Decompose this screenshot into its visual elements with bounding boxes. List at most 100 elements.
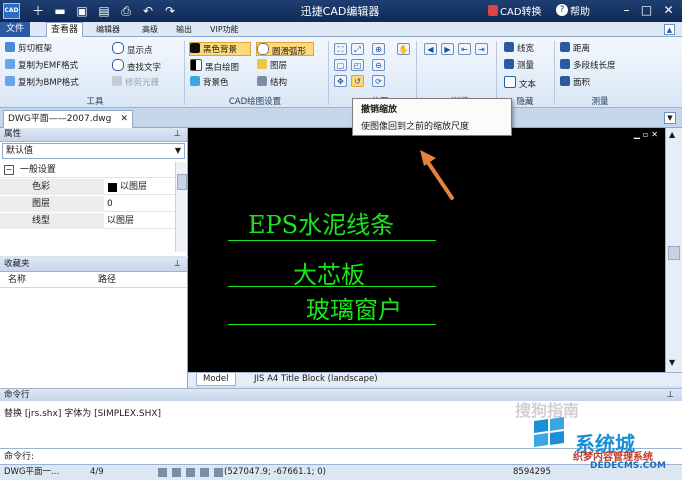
print-icon[interactable]: ⎙	[118, 3, 134, 19]
open-icon[interactable]: ▬	[52, 3, 68, 19]
layers-icon	[257, 59, 267, 69]
tab-advanced[interactable]: 高级	[138, 22, 162, 37]
copy-emf-button[interactable]: 复制为EMF格式	[5, 59, 78, 73]
group-label-cad-settings: CAD绘图设置	[228, 97, 282, 107]
chevron-down-icon[interactable]: ▼	[175, 144, 181, 158]
clip-frame-button[interactable]: 剪切框架	[5, 42, 52, 56]
properties-scrollbar[interactable]	[175, 162, 187, 252]
last-icon[interactable]: ⇥	[475, 43, 488, 55]
property-group-row[interactable]: − 一般设置	[0, 162, 175, 178]
tab-output[interactable]: 输出	[172, 22, 196, 37]
column-path[interactable]: 路径	[98, 272, 116, 288]
layers-button[interactable]: 图层	[257, 59, 287, 73]
fit-icon[interactable]: ▢	[334, 59, 347, 71]
property-name: 线型	[0, 213, 104, 229]
find-text-button[interactable]: 查找文字	[112, 59, 161, 73]
properties-dropdown[interactable]: 默认值 ▼	[2, 143, 185, 159]
save-as-icon[interactable]: ▤	[96, 3, 112, 19]
viewport-controls[interactable]: ▁▫✕	[634, 130, 661, 139]
status-page: 4/9	[90, 467, 104, 477]
document-tab[interactable]: DWG平面——2007.dwg ✕	[3, 110, 133, 128]
polar-icon[interactable]	[200, 468, 209, 477]
undo-icon[interactable]: ↶	[140, 3, 156, 19]
group-label-measure: 测量	[591, 97, 609, 107]
drawing-text-board[interactable]: 大芯板	[293, 255, 365, 290]
cad-convert-icon[interactable]	[488, 5, 498, 16]
bw-drawing-button[interactable]: 黑白绘图	[190, 59, 239, 73]
pin-icon[interactable]: ⊥	[174, 128, 181, 141]
grid-icon[interactable]	[172, 468, 181, 477]
tooltip-title: 撤销缩放	[361, 105, 398, 115]
redo-icon[interactable]: ↷	[162, 3, 178, 19]
property-value[interactable]: 以图层	[107, 213, 134, 229]
layout-tab-title-block[interactable]: JIS A4 Title Block (landscape)	[250, 373, 382, 386]
zoom-extents-icon[interactable]: ⤢	[351, 43, 364, 55]
canvas-vertical-scrollbar[interactable]: ▲ ▼	[665, 128, 682, 372]
trim-raster-button[interactable]: 修剪光栅	[112, 76, 159, 90]
property-value[interactable]: 以图层	[120, 179, 147, 195]
save-icon[interactable]: ▣	[74, 3, 90, 19]
tab-editor[interactable]: 编辑器	[92, 22, 124, 37]
scroll-thumb[interactable]	[668, 246, 680, 260]
undo-zoom-icon[interactable]: ↺	[351, 75, 364, 87]
app-logo: CAD	[3, 3, 20, 19]
cad-convert-button[interactable]: CAD转换	[500, 3, 542, 18]
black-background-button[interactable]: 黑色背景	[189, 42, 251, 56]
measure-hide-button[interactable]: 测量	[504, 59, 534, 73]
measure-icon	[504, 59, 514, 69]
copy-bmp-button[interactable]: 复制为BMP格式	[5, 76, 79, 90]
prev-icon[interactable]: ◀	[424, 43, 437, 55]
move-icon[interactable]: ✥	[334, 75, 347, 87]
scroll-down-icon[interactable]: ▼	[669, 358, 675, 367]
zoom-out-icon[interactable]: ⊖	[372, 59, 385, 71]
scroll-thumb[interactable]	[177, 174, 187, 190]
maximize-button[interactable]: □	[638, 2, 655, 19]
tab-file[interactable]: 文件	[0, 22, 30, 37]
rotate-icon[interactable]: ⟳	[372, 75, 385, 87]
help-icon[interactable]: ?	[556, 4, 568, 16]
distance-button[interactable]: 距离	[560, 42, 590, 56]
tab-vip[interactable]: VIP功能	[206, 22, 243, 37]
close-button[interactable]: ✕	[660, 2, 677, 19]
property-row[interactable]: 色彩 以图层	[0, 179, 175, 195]
property-name: 图层	[0, 196, 104, 212]
area-button[interactable]: 面积	[560, 76, 590, 90]
smooth-arc-button[interactable]: 圆滑弧形	[256, 42, 314, 57]
show-points-button[interactable]: 显示点	[112, 42, 153, 56]
favorites-panel: 收藏夹 ⊥ 名称 路径	[0, 258, 188, 390]
select-icon[interactable]: ◰	[351, 59, 364, 71]
first-icon[interactable]: ⇤	[458, 43, 471, 55]
line-width-icon	[504, 42, 514, 52]
polyline-length-button[interactable]: 多段线长度	[560, 59, 616, 73]
property-row[interactable]: 图层 0	[0, 196, 175, 212]
zoom-in-icon[interactable]: ⊕	[372, 43, 385, 55]
drawing-text-window[interactable]: 玻璃窗户	[306, 290, 402, 325]
lineweight-icon[interactable]	[214, 468, 223, 477]
scroll-up-icon[interactable]: ▲	[669, 130, 675, 139]
column-name[interactable]: 名称	[8, 272, 26, 288]
layout-tab-model[interactable]: Model	[196, 373, 236, 386]
collapse-icon[interactable]: −	[4, 165, 14, 175]
minimize-button[interactable]: –	[618, 2, 635, 19]
tab-list-icon[interactable]: ▼	[664, 112, 676, 124]
line-width-button[interactable]: 线宽	[504, 42, 534, 56]
next-icon[interactable]: ▶	[441, 43, 454, 55]
zoom-window-icon[interactable]: ⛶	[334, 43, 347, 55]
close-tab-icon[interactable]: ✕	[120, 111, 128, 128]
drawing-text-eps[interactable]: EPS水泥线条	[248, 205, 394, 240]
ribbon-collapse-icon[interactable]: ▲	[664, 24, 675, 35]
property-value[interactable]: 0	[107, 196, 113, 212]
snap-icon[interactable]	[158, 468, 167, 477]
drawing-canvas[interactable]: ▁▫✕ EPS水泥线条 大芯板 玻璃窗户	[188, 128, 665, 372]
pin-icon[interactable]: ⊥	[174, 258, 181, 271]
new-icon[interactable]: ＋	[30, 3, 46, 19]
tab-viewer[interactable]: 查看器	[46, 22, 84, 37]
pan-icon[interactable]: ✋	[397, 43, 410, 55]
structure-button[interactable]: 结构	[257, 76, 287, 90]
windows-logo-icon	[530, 414, 570, 454]
help-button[interactable]: 帮助	[570, 3, 590, 18]
ortho-icon[interactable]	[186, 468, 195, 477]
background-color-button[interactable]: 背景色	[190, 76, 229, 90]
text-button[interactable]: 文本	[504, 76, 536, 90]
property-row[interactable]: 线型 以图层	[0, 213, 175, 229]
